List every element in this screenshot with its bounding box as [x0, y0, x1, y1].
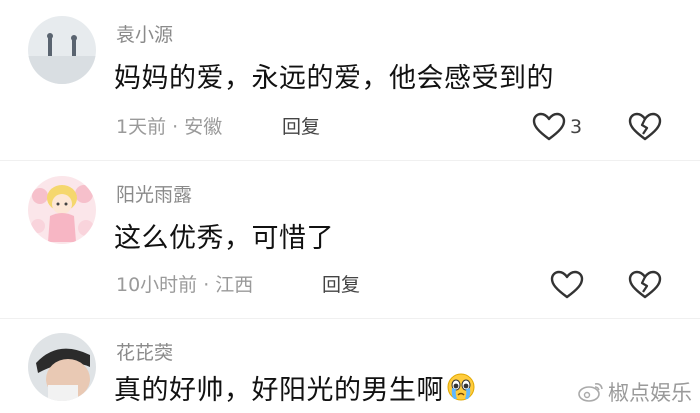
comment-text: 真的好帅，好阳光的男生啊 [114, 372, 476, 411]
username[interactable]: 花芘葖 [116, 341, 173, 365]
reply-button[interactable]: 回复 [282, 114, 320, 140]
dislike-button[interactable] [628, 112, 662, 142]
like-button[interactable] [532, 112, 566, 142]
watermark-text: 椒点娱乐 [608, 381, 692, 405]
comment-text: 妈妈的爱，永远的爱，他会感受到的 [114, 63, 554, 94]
username[interactable]: 袁小源 [116, 23, 173, 47]
heart-icon [532, 112, 566, 141]
dislike-button[interactable] [628, 270, 662, 300]
crying-face-emoji [446, 372, 476, 411]
comment-meta: 1天前 · 安徽 [116, 116, 223, 138]
avatar[interactable] [28, 333, 96, 401]
reply-button[interactable]: 回复 [322, 272, 360, 298]
avatar[interactable] [28, 16, 96, 84]
broken-heart-icon [628, 270, 662, 299]
like-button[interactable] [550, 270, 584, 300]
comment-text-content: 真的好帅，好阳光的男生啊 [114, 375, 444, 406]
broken-heart-icon [628, 112, 662, 141]
avatar[interactable] [28, 176, 96, 244]
comment-meta: 10小时前 · 江西 [116, 274, 254, 296]
divider [0, 160, 700, 161]
comment-text: 这么优秀，可惜了 [114, 223, 334, 254]
divider [0, 318, 700, 319]
username[interactable]: 阳光雨露 [116, 183, 192, 207]
heart-icon [550, 270, 584, 299]
like-count: 3 [570, 116, 583, 138]
weibo-logo-icon [578, 383, 603, 402]
watermark: 椒点娱乐 [578, 377, 692, 407]
